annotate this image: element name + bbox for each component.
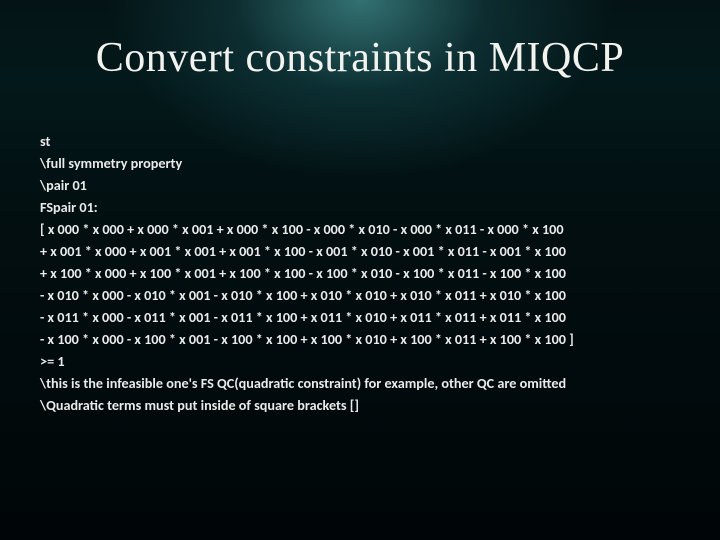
code-line: \this is the infeasible one's FS QC(quad… [40, 372, 690, 394]
code-line: - x 100 * x 000 - x 100 * x 001 - x 100 … [40, 328, 690, 350]
code-line: \Quadratic terms must put inside of squa… [40, 394, 690, 416]
code-line: \pair 01 [40, 174, 690, 196]
slide-title: Convert constraints in MIQCP [0, 0, 720, 82]
code-line: st [40, 130, 690, 152]
code-line: FSpair 01: [40, 196, 690, 218]
code-line: + x 100 * x 000 + x 100 * x 001 + x 100 … [40, 262, 690, 284]
code-line: - x 010 * x 000 - x 010 * x 001 - x 010 … [40, 284, 690, 306]
code-line: [ x 000 * x 000 + x 000 * x 001 + x 000 … [40, 218, 690, 240]
code-line: - x 011 * x 000 - x 011 * x 001 - x 011 … [40, 306, 690, 328]
slide-body: st \full symmetry property \pair 01 FSpa… [40, 130, 690, 416]
code-line: + x 001 * x 000 + x 001 * x 001 + x 001 … [40, 240, 690, 262]
code-line: >= 1 [40, 350, 690, 372]
code-line: \full symmetry property [40, 152, 690, 174]
